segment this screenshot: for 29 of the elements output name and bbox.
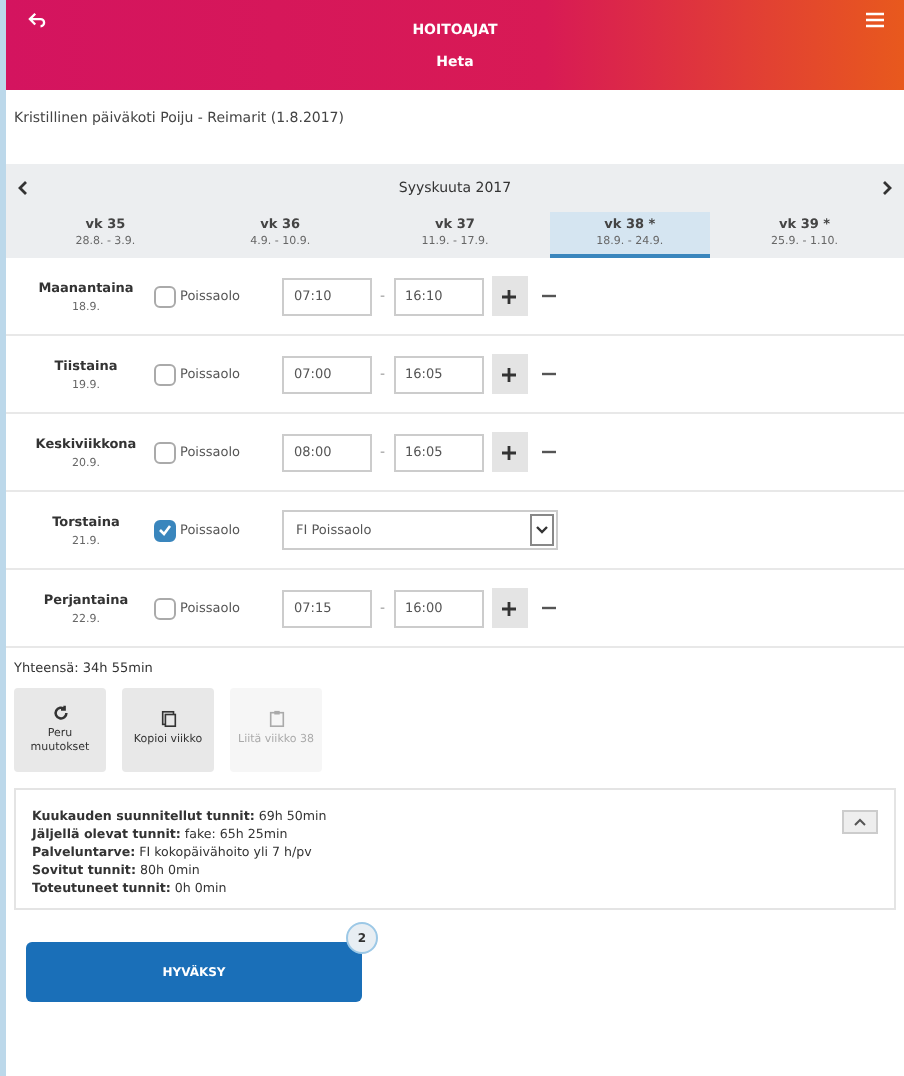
add-button[interactable]	[491, 432, 528, 472]
collapse-button[interactable]	[842, 810, 878, 834]
copy-icon	[159, 710, 177, 729]
absence-checkbox[interactable]	[154, 597, 176, 619]
menu-icon	[865, 12, 883, 28]
chevron-right-icon	[881, 180, 892, 196]
caret-icon	[536, 526, 548, 534]
minus-icon	[542, 294, 557, 298]
minus-icon	[542, 606, 557, 610]
plus-icon	[502, 601, 517, 615]
absence-checkbox[interactable]	[154, 363, 176, 385]
refresh-icon	[51, 703, 69, 722]
previous-button[interactable]	[14, 180, 32, 196]
plus-icon	[502, 289, 517, 303]
add-button[interactable]	[491, 354, 528, 394]
back-icon	[27, 12, 45, 28]
clipboard-icon	[267, 710, 285, 729]
absence-checkbox[interactable]	[154, 285, 176, 307]
chevron-up-icon	[854, 818, 866, 826]
plus-icon	[502, 445, 517, 459]
minus-icon	[542, 372, 557, 376]
next-button[interactable]	[877, 180, 896, 196]
absence-checkbox[interactable]	[154, 519, 176, 541]
add-button[interactable]	[491, 276, 528, 316]
chevron-left-icon	[18, 180, 28, 196]
absence-checkbox[interactable]	[154, 441, 176, 463]
add-button[interactable]	[491, 588, 528, 628]
minus-icon	[542, 450, 557, 454]
plus-icon	[502, 367, 517, 381]
